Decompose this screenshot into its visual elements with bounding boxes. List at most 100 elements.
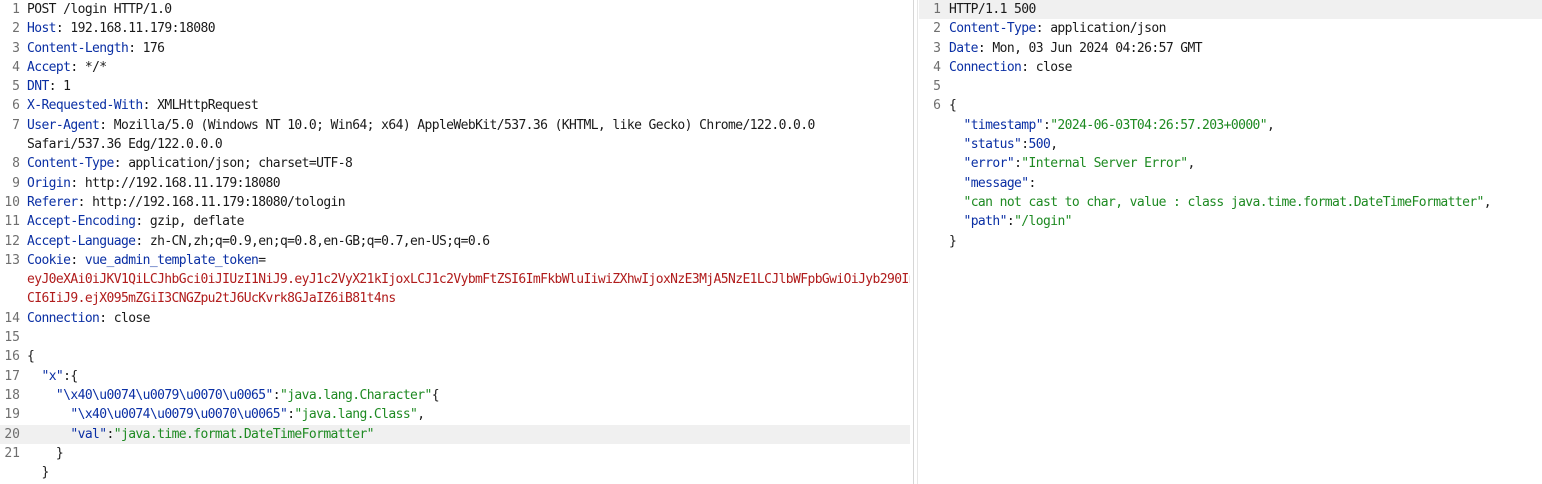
code-line[interactable]: 6{ [919,96,1542,115]
header-name: Content-Type [27,156,114,172]
line-number: 3 [12,40,20,56]
line-number: 3 [933,40,941,56]
json-string: "/login" [1014,214,1072,230]
json-colon: : [106,426,115,442]
code-line[interactable]: 19 "\x40\u0074\u0079\u0070\u0065":"java.… [0,405,910,424]
request-editor[interactable]: 1 POST /login HTTP/1.0 2 Host: 192.168.11.1… [0,0,910,484]
code-line[interactable]: 2 Content-Type: application/json [919,19,1542,38]
json-colon: : [1021,137,1029,153]
line-number: 7 [12,117,20,133]
line-content: "val":"java.time.format.DateTimeFormatte… [27,425,904,444]
line-content: Referer: http://192.168.11.179:18080/tol… [27,194,346,210]
json-key: "path" [963,214,1007,230]
line-number: 1 [933,2,941,17]
json-key: "status" [963,137,1022,153]
line-content: User-Agent: Mozilla/5.0 (Windows NT 10.0… [27,117,815,133]
code-line[interactable]: "can not cast to char, value : class jav… [919,193,1542,212]
line-content: Cookie: vue_admin_template_token= [27,252,266,268]
line-content: X-Requested-With: XMLHttpRequest [27,98,259,114]
code-line[interactable]: 5 [919,77,1542,96]
plain-text: } [27,445,64,461]
code-line[interactable]: 16 { [0,347,910,366]
line-number: 5 [933,79,941,95]
code-line[interactable]: 18 "\x40\u0074\u0079\u0070\u0065":"java.… [0,386,910,405]
json-string: "can not cast to char, value : class jav… [963,194,1484,210]
line-content: } [27,444,64,463]
json-string: "java.time.format.DateTimeFormatter" [113,426,375,442]
line-number: 8 [12,156,20,172]
line-content: "\x40\u0074\u0079\u0070\u0065":"java.lan… [27,405,425,424]
code-line[interactable]: 3 Date: Mon, 03 Jun 2024 04:26:57 GMT [919,39,1542,58]
code-line[interactable]: 14 Connection: close [0,309,910,328]
json-colon: : [272,387,281,403]
code-line[interactable]: 4 Accept: */* [0,58,910,77]
line-content: { [27,347,35,366]
line-content: Host: 192.168.11.179:18080 [27,21,216,37]
code-line[interactable]: 20 "val":"java.time.format.DateTimeForma… [0,424,910,444]
code-line[interactable]: 5 DNT: 1 [0,77,910,96]
line-number: 6 [12,98,20,114]
header-name: Accept [27,59,71,75]
json-punct: , [417,407,425,423]
pane-divider-edge [917,0,918,484]
code-line[interactable]: 15 [0,328,910,347]
code-line[interactable]: 11 Accept-Encoding: gzip, deflate [0,212,910,231]
header-name: Accept-Encoding [27,214,136,230]
pane-divider[interactable] [913,0,914,484]
line-content: eyJ0eXAi0iJKV1QiLCJhbGci0iJIUzI1NiJ9.eyJ… [27,270,910,289]
line-number: 10 [4,194,20,210]
json-key: "error" [963,156,1015,172]
line-content: CI6IiJ9.ejX095mZGiI3CNGZpu2tJ6UcKvrk8GJa… [27,289,396,308]
line-number: 13 [4,252,20,268]
plain-text: { [949,98,957,114]
line-content: "timestamp":"2024-06-03T04:26:57.203+000… [949,116,1274,135]
json-key: "val" [70,426,107,442]
code-line[interactable]: 3 Content-Length: 176 [0,39,910,58]
code-line[interactable]: 17 "x":{ [0,367,910,386]
header-value: application/json; charset=UTF-8 [128,156,353,172]
code-line[interactable]: 6 X-Requested-With: XMLHttpRequest [0,96,910,115]
code-line[interactable]: 13 Cookie: vue_admin_template_token= [0,251,910,270]
code-line[interactable]: "status":500, [919,135,1542,154]
code-line[interactable]: 2 Host: 192.168.11.179:18080 [0,19,910,38]
code-line[interactable]: 10 Referer: http://192.168.11.179:18080/t… [0,193,910,212]
code-line[interactable]: "error":"Internal Server Error", [919,154,1542,173]
code-line[interactable]: 1 HTTP/1.1 500 [919,0,1542,20]
code-line[interactable]: 12 Accept-Language: zh-CN,zh;q=0.9,en;q=0… [0,232,910,251]
cookie-name: vue_admin_template_token [84,252,259,268]
code-line[interactable]: 1 POST /login HTTP/1.0 [0,0,910,19]
code-line[interactable]: "path":"/login" [919,212,1542,231]
code-line[interactable]: 4 Connection: close [919,58,1542,77]
json-punct: , [1483,194,1492,210]
header-name: Content-Type [949,21,1036,37]
line-content: } [27,463,49,482]
response-viewer[interactable]: 1 HTTP/1.1 500 2 Content-Type: application/… [919,0,1542,484]
line-number: 2 [933,21,941,37]
code-line[interactable]: Safari/537.36 Edg/122.0.0.0 [0,135,910,154]
code-line[interactable]: 7 User-Agent: Mozilla/5.0 (Windows NT 10.… [0,116,910,135]
json-key: "message" [963,175,1029,191]
code-line[interactable]: 8 Content-Type: application/json; charset… [0,154,910,173]
line-content: "x":{ [27,367,78,386]
code-line[interactable]: CI6IiJ9.ejX095mZGiI3CNGZpu2tJ6UcKvrk8GJa… [0,289,910,308]
code-line[interactable]: 9 Origin: http://192.168.11.179:18080 [0,174,910,193]
json-punct: { [431,387,440,403]
json-colon: : [1006,214,1015,230]
line-number: 16 [4,349,20,365]
code-line[interactable]: eyJ0eXAi0iJKV1QiLCJhbGci0iJIUzI1NiJ9.eyJ… [0,270,910,289]
code-line[interactable]: } [919,232,1542,251]
code-line[interactable]: "message": [919,174,1542,193]
line-content: "error":"Internal Server Error", [949,154,1195,173]
code-line[interactable]: "timestamp":"2024-06-03T04:26:57.203+000… [919,116,1542,135]
header-value: zh-CN,zh;q=0.9,en;q=0.8,en-GB;q=0.7,en-U… [149,233,490,249]
code-line[interactable]: 21 } [0,444,910,463]
code-line[interactable]: } [0,463,910,482]
header-name: Host [27,21,57,37]
